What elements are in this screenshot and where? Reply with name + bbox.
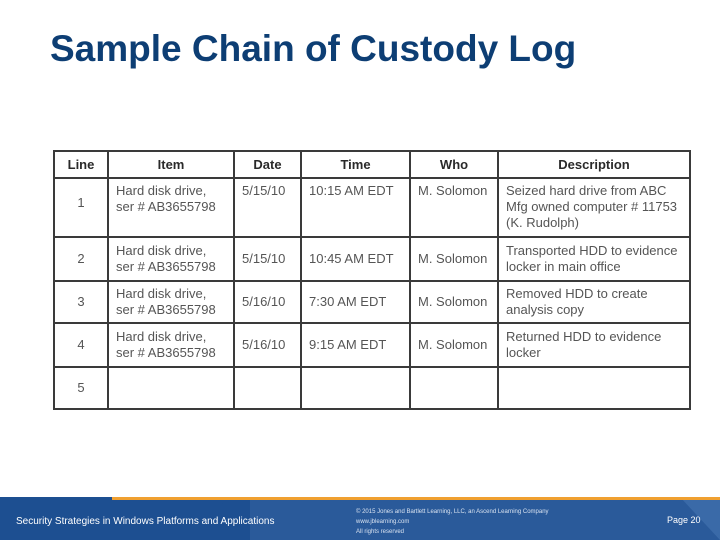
date-cell: 5/16/10 bbox=[233, 280, 302, 324]
who-cell: M. Solomon bbox=[409, 177, 499, 238]
table-row: 3 Hard disk drive, ser # AB3655798 5/16/1… bbox=[53, 280, 691, 324]
course-title: Security Strategies in Windows Platforms… bbox=[16, 516, 275, 527]
header-time: Time bbox=[300, 150, 411, 179]
header-item: Item bbox=[107, 150, 235, 179]
rights-line: All rights reserved bbox=[356, 529, 405, 535]
who-cell: M. Solomon bbox=[409, 280, 499, 324]
who-cell: M. Solomon bbox=[409, 322, 499, 368]
date-cell: 5/15/10 bbox=[233, 177, 302, 238]
time-cell: 9:15 AM EDT bbox=[300, 322, 411, 368]
description-cell: Seized hard drive from ABC Mfg owned comp… bbox=[497, 177, 691, 238]
header-line: Line bbox=[53, 150, 109, 179]
header-who: Who bbox=[409, 150, 499, 179]
line-cell: 3 bbox=[53, 280, 109, 324]
date-cell: 5/15/10 bbox=[233, 236, 302, 282]
time-cell: 10:45 AM EDT bbox=[300, 236, 411, 282]
line-cell: 5 bbox=[53, 366, 109, 410]
who-cell: M. Solomon bbox=[409, 236, 499, 282]
item-cell: Hard disk drive, ser # AB3655798 bbox=[107, 177, 235, 238]
item-cell bbox=[107, 366, 235, 410]
copyright-notice: © 2015 Jones and Bartlett Learning, LLC,… bbox=[356, 507, 549, 537]
line-cell: 2 bbox=[53, 236, 109, 282]
date-cell: 5/16/10 bbox=[233, 322, 302, 368]
header-description: Description bbox=[497, 150, 691, 179]
table-row: 1 Hard disk drive, ser # AB3655798 5/15/1… bbox=[53, 177, 691, 238]
chain-of-custody-table: Line Item Date Time Who Description 1 Ha… bbox=[53, 150, 691, 410]
line-cell: 4 bbox=[53, 322, 109, 368]
item-cell: Hard disk drive, ser # AB3655798 bbox=[107, 280, 235, 324]
description-cell: Returned HDD to evidence locker bbox=[497, 322, 691, 368]
table-row: 5 bbox=[53, 366, 691, 410]
item-cell: Hard disk drive, ser # AB3655798 bbox=[107, 322, 235, 368]
publisher-url: www.jblearning.com bbox=[356, 519, 410, 525]
description-cell: Transported HDD to evidence locker in mai… bbox=[497, 236, 691, 282]
description-cell: Removed HDD to create analysis copy bbox=[497, 280, 691, 324]
date-cell bbox=[233, 366, 302, 410]
slide-title: Sample Chain of Custody Log bbox=[50, 28, 577, 69]
time-cell: 7:30 AM EDT bbox=[300, 280, 411, 324]
time-cell bbox=[300, 366, 411, 410]
footer-accent-stripe bbox=[112, 497, 720, 500]
item-cell: Hard disk drive, ser # AB3655798 bbox=[107, 236, 235, 282]
table-row: 2 Hard disk drive, ser # AB3655798 5/15/1… bbox=[53, 236, 691, 282]
copyright-line: © 2015 Jones and Bartlett Learning, LLC,… bbox=[356, 509, 549, 515]
who-cell bbox=[409, 366, 499, 410]
table-row: 4 Hard disk drive, ser # AB3655798 5/16/1… bbox=[53, 322, 691, 368]
time-cell: 10:15 AM EDT bbox=[300, 177, 411, 238]
table-header-row: Line Item Date Time Who Description bbox=[53, 150, 691, 179]
page-number: Page 20 bbox=[667, 515, 701, 525]
description-cell bbox=[497, 366, 691, 410]
header-date: Date bbox=[233, 150, 302, 179]
line-cell: 1 bbox=[53, 177, 109, 238]
